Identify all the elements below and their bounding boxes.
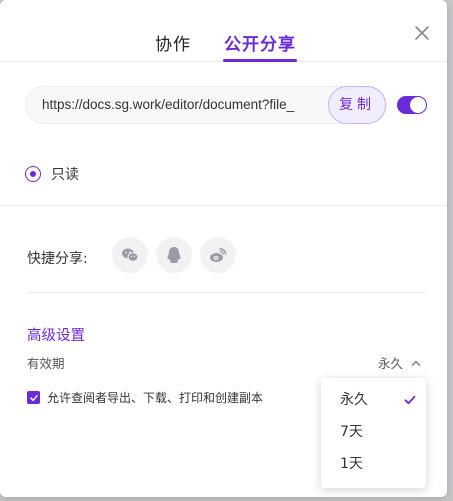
option-label: 永久 <box>340 392 368 408</box>
share-link-field[interactable]: https://docs.sg.work/editor/document?fil… <box>25 86 387 124</box>
tab-bar: 协作 公开分享 <box>0 0 447 62</box>
share-dialog: 协作 公开分享 https://docs.sg.work/editor/docu… <box>0 0 447 497</box>
validity-label: 有效期 <box>27 356 65 371</box>
qq-icon[interactable] <box>156 237 192 273</box>
tab-public-share[interactable]: 公开分享 <box>224 30 296 55</box>
validity-option-permanent[interactable]: 永久 <box>321 384 426 416</box>
close-icon[interactable] <box>413 24 431 42</box>
validity-option-7days[interactable]: 7天 <box>321 416 426 448</box>
share-link-url[interactable]: https://docs.sg.work/editor/document?fil… <box>42 97 328 112</box>
validity-option-1day[interactable]: 1天 <box>321 448 426 480</box>
validity-value: 永久 <box>378 356 404 371</box>
allow-export-option[interactable]: 允许查阅者导出、下载、打印和创建副本 <box>27 389 263 406</box>
option-label: 1天 <box>340 456 363 472</box>
divider <box>27 292 426 293</box>
wechat-icon[interactable] <box>112 237 148 273</box>
permission-readonly-option[interactable]: 只读 <box>25 164 79 184</box>
permission-readonly-label: 只读 <box>51 167 79 183</box>
chevron-up-icon <box>411 360 421 366</box>
checkbox-checked-icon[interactable] <box>27 391 40 404</box>
tab-collaborate[interactable]: 协作 <box>155 30 191 55</box>
check-icon <box>404 395 416 405</box>
weibo-icon[interactable] <box>200 237 236 273</box>
allow-export-label: 允许查阅者导出、下载、打印和创建副本 <box>47 391 264 405</box>
toggle-knob <box>410 97 426 113</box>
validity-dropdown: 永久 7天 1天 <box>321 378 426 488</box>
divider <box>0 205 447 206</box>
copy-button[interactable]: 复制 <box>328 86 386 124</box>
radio-selected-icon[interactable] <box>25 166 41 182</box>
active-tab-indicator <box>223 59 297 62</box>
quick-share-label: 快捷分享: <box>27 251 88 267</box>
option-label: 7天 <box>340 424 363 440</box>
advanced-settings-title: 高级设置 <box>27 328 85 344</box>
validity-select[interactable]: 永久 <box>378 353 421 372</box>
public-share-toggle[interactable] <box>397 96 427 114</box>
